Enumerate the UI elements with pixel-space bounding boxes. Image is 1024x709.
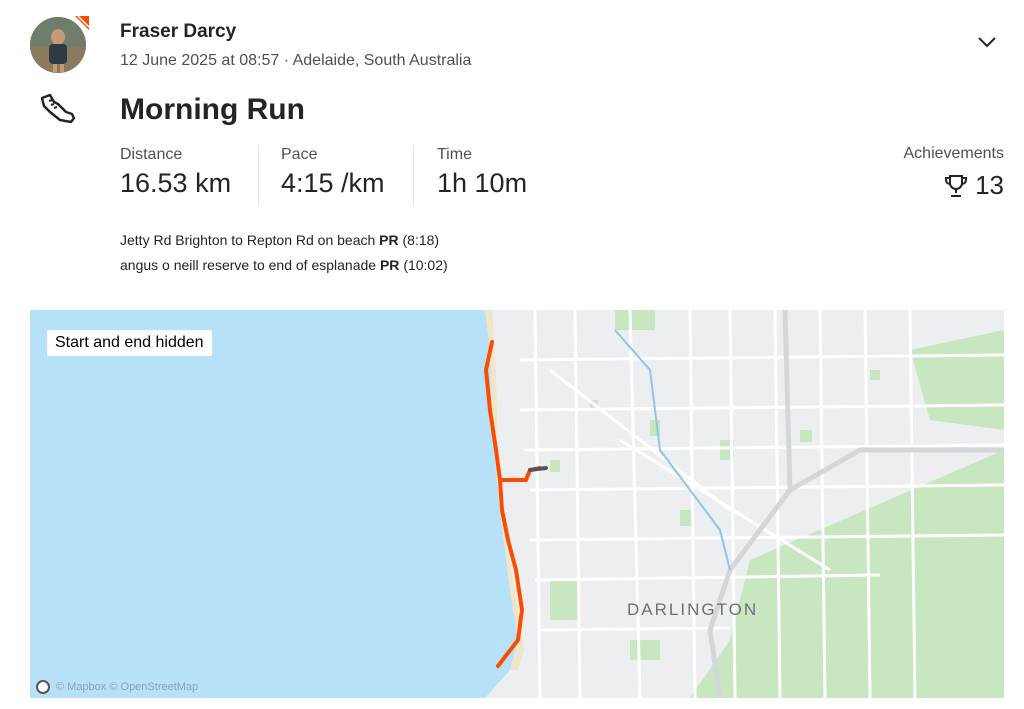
stat-label: Pace (281, 146, 318, 163)
suburb-label: DARLINGTON (627, 600, 758, 619)
stat-divider (258, 145, 259, 205)
segment-time: (8:18) (402, 232, 440, 248)
chevron-down-icon[interactable] (975, 30, 999, 54)
activity-date: 12 June 2025 at 08:57 (120, 52, 280, 69)
stat-distance: Distance 16.53 km (120, 146, 231, 199)
segment-time: (10:02) (403, 257, 448, 273)
running-shoe-icon (38, 92, 78, 124)
athlete-name[interactable]: Fraser Darcy (120, 21, 236, 43)
stat-time: Time 1h 10m (437, 146, 527, 199)
sea (30, 310, 518, 698)
trophy-icon (945, 174, 968, 197)
route-map[interactable]: DARLINGTON (30, 310, 1004, 698)
pr-badge: PR (379, 257, 400, 273)
segment-name[interactable]: Jetty Rd Brighton to Repton Rd on beach (120, 232, 375, 248)
meta-separator: · (279, 52, 293, 69)
achievements-number: 13 (975, 170, 1004, 200)
stat-label: Time (437, 146, 472, 163)
subscriber-badge-icon (72, 13, 92, 33)
activity-meta: 12 June 2025 at 08:57 · Adelaide, South … (120, 52, 471, 70)
hidden-start-marker (528, 466, 548, 472)
activity-title[interactable]: Morning Run (120, 93, 305, 127)
attribution-text[interactable]: © Mapbox © OpenStreetMap (56, 681, 198, 693)
mapbox-logo-icon[interactable] (36, 680, 50, 694)
stat-value: 4:15 /km (281, 168, 385, 198)
stat-pace: Pace 4:15 /km (281, 146, 385, 199)
activity-location: Adelaide, South Australia (292, 52, 472, 69)
segment-effort[interactable]: angus o neill reserve to end of esplanad… (120, 257, 448, 273)
map-attribution: © Mapbox © OpenStreetMap (36, 680, 198, 694)
privacy-badge: Start and end hidden (47, 330, 212, 356)
pr-badge: PR (379, 232, 399, 248)
segment-effort[interactable]: Jetty Rd Brighton to Repton Rd on beach … (120, 232, 439, 248)
stat-divider (413, 145, 414, 205)
achievements-label: Achievements (903, 145, 1005, 162)
stat-value: 16.53 km (120, 168, 232, 198)
stat-label: Distance (120, 146, 183, 163)
segment-name[interactable]: angus o neill reserve to end of esplanad… (120, 257, 376, 273)
achievements-count[interactable]: 13 (943, 170, 1004, 201)
stat-value: 1h 10m (437, 168, 528, 198)
